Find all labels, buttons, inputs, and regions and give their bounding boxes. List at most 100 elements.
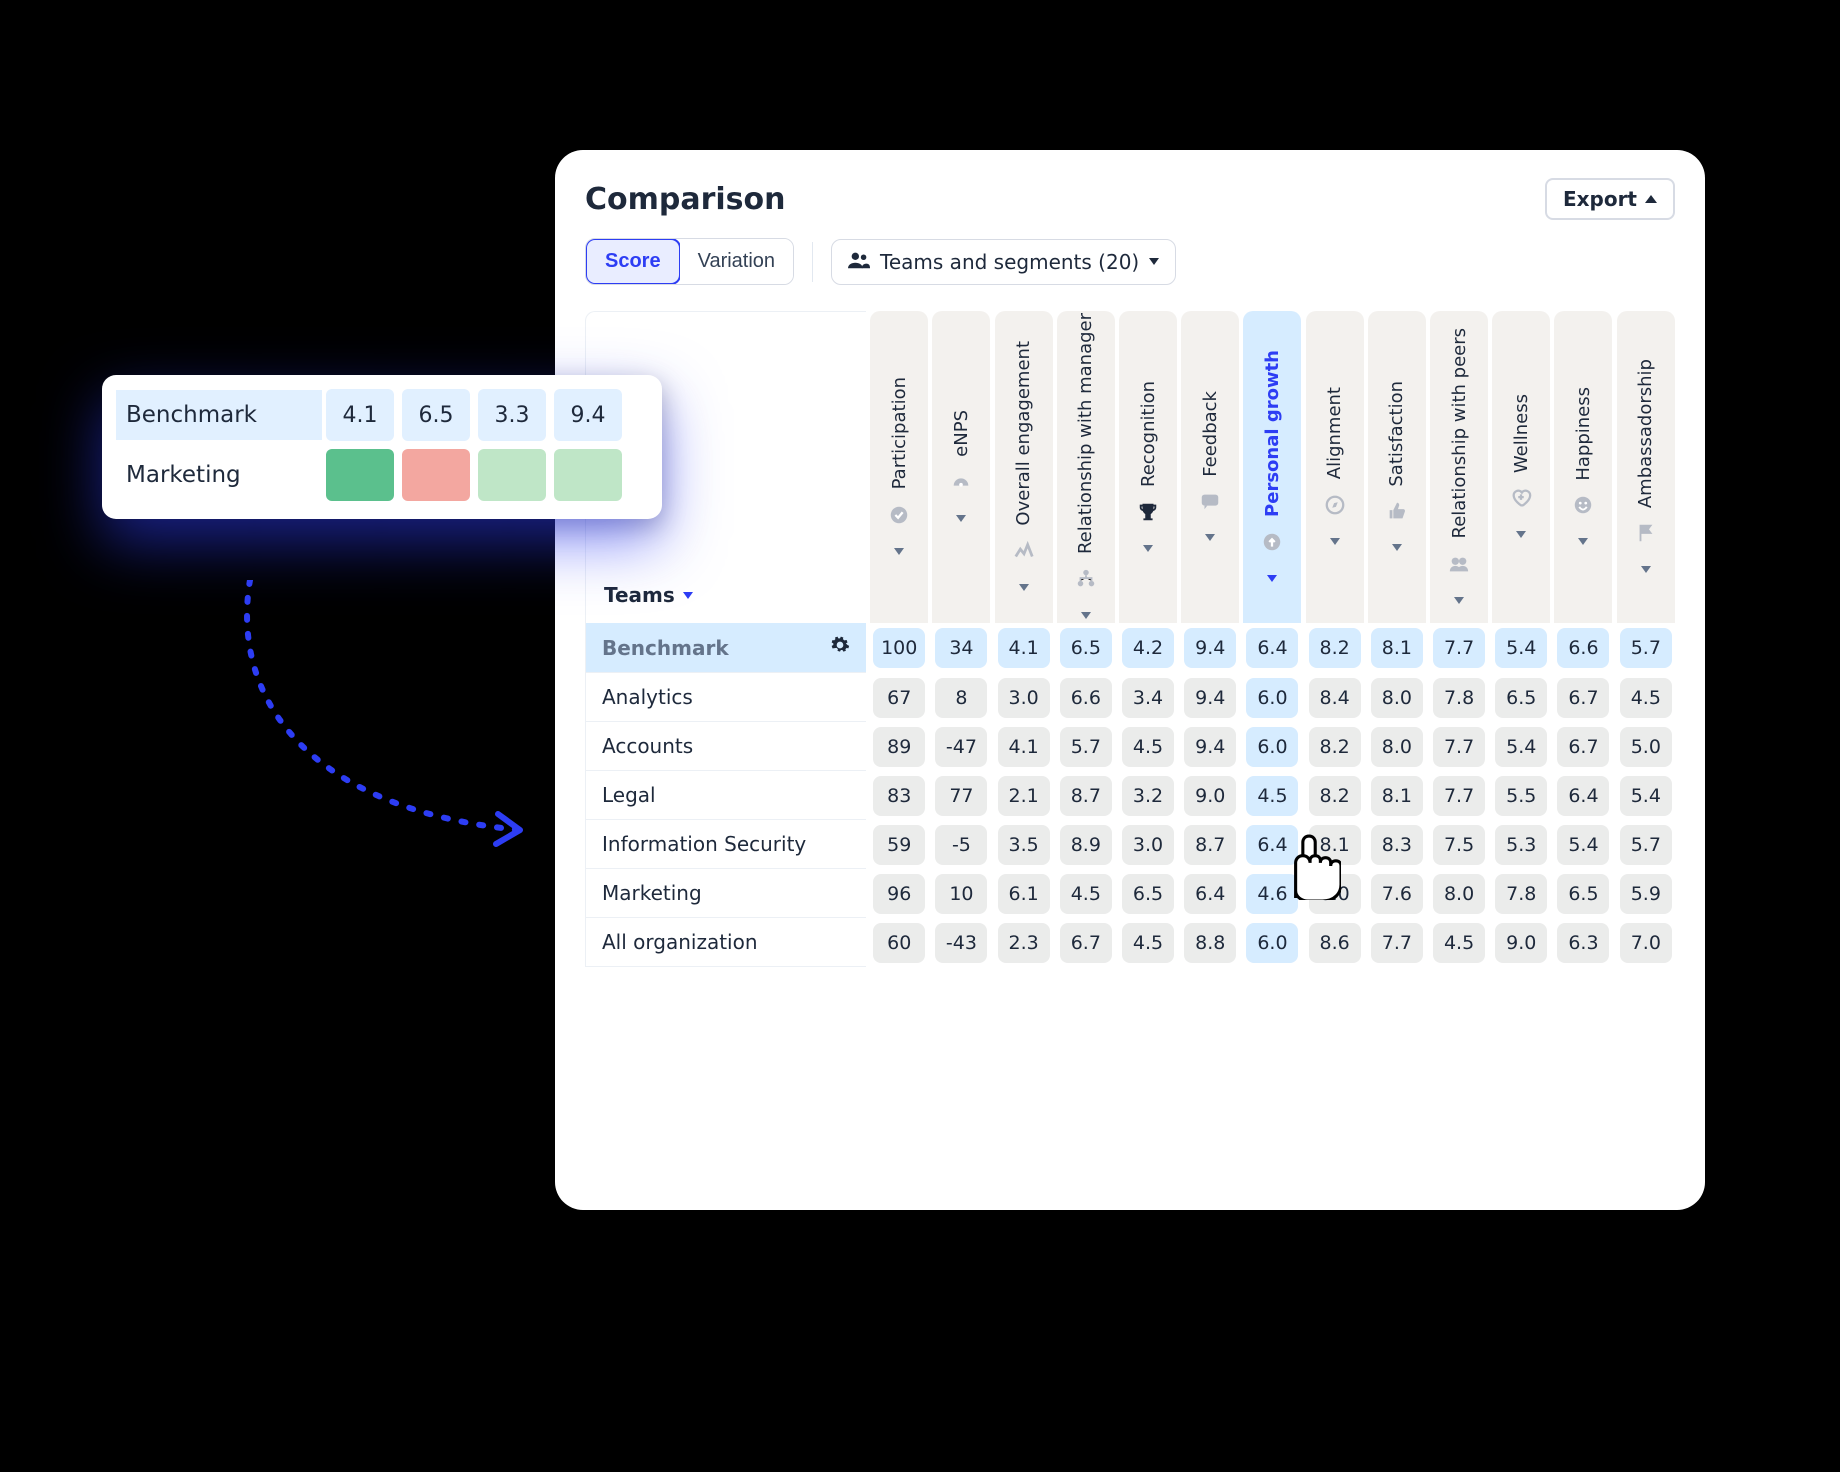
score-cell[interactable]: 8.1 bbox=[1371, 628, 1423, 668]
score-cell[interactable]: 6.3 bbox=[1557, 923, 1609, 963]
score-cell[interactable]: -5 bbox=[935, 825, 987, 865]
score-cell[interactable]: 5.0 bbox=[1620, 727, 1672, 767]
score-cell[interactable]: 9.4 bbox=[1184, 727, 1236, 767]
score-cell[interactable]: 8.7 bbox=[1060, 776, 1112, 816]
score-cell[interactable]: 7.5 bbox=[1433, 825, 1485, 865]
column-header[interactable]: Relationship with peers bbox=[1430, 311, 1488, 623]
score-cell[interactable]: 6.5 bbox=[1495, 678, 1547, 718]
score-cell[interactable]: 7.6 bbox=[1371, 874, 1423, 914]
score-cell[interactable]: 8 bbox=[935, 678, 987, 718]
score-cell[interactable]: 5.4 bbox=[1495, 727, 1547, 767]
tab-variation[interactable]: Variation bbox=[680, 239, 793, 284]
score-cell[interactable]: 83 bbox=[873, 776, 925, 816]
score-cell[interactable]: 5.3 bbox=[1495, 825, 1547, 865]
score-cell[interactable]: 6.4 bbox=[1184, 874, 1236, 914]
column-header[interactable]: Happiness bbox=[1554, 311, 1612, 623]
score-cell[interactable]: 6.4 bbox=[1246, 825, 1298, 865]
score-cell[interactable]: 8.9 bbox=[1060, 825, 1112, 865]
score-cell[interactable]: 2.3 bbox=[998, 923, 1050, 963]
column-header[interactable]: Satisfaction bbox=[1368, 311, 1426, 623]
column-header[interactable]: Relationship with manager bbox=[1057, 311, 1115, 623]
score-cell[interactable]: 6.0 bbox=[1246, 678, 1298, 718]
row-label[interactable]: Legal bbox=[585, 771, 866, 820]
score-cell[interactable]: 6.4 bbox=[1246, 628, 1298, 668]
score-cell[interactable]: 4.5 bbox=[1620, 678, 1672, 718]
score-cell[interactable]: 4.5 bbox=[1122, 923, 1174, 963]
score-cell[interactable]: 4.5 bbox=[1060, 874, 1112, 914]
gear-icon[interactable] bbox=[830, 635, 850, 660]
score-cell[interactable]: 7.8 bbox=[1433, 678, 1485, 718]
score-cell[interactable]: 8.2 bbox=[1309, 628, 1361, 668]
column-header[interactable]: Personal growth bbox=[1243, 311, 1301, 623]
column-header[interactable]: eNPS bbox=[932, 311, 990, 623]
score-cell[interactable]: 67 bbox=[873, 678, 925, 718]
column-header[interactable]: Ambassadorship bbox=[1617, 311, 1675, 623]
score-cell[interactable]: 9.4 bbox=[1184, 628, 1236, 668]
score-cell[interactable]: 8.3 bbox=[1371, 825, 1423, 865]
teams-column-header[interactable]: Teams bbox=[586, 583, 866, 623]
score-cell[interactable]: 6.0 bbox=[1246, 923, 1298, 963]
score-cell[interactable]: 8.1 bbox=[1371, 776, 1423, 816]
score-cell[interactable]: 77 bbox=[935, 776, 987, 816]
score-cell[interactable]: 3.0 bbox=[998, 678, 1050, 718]
score-cell[interactable]: 5.4 bbox=[1495, 628, 1547, 668]
score-cell[interactable]: 7.7 bbox=[1433, 727, 1485, 767]
score-cell[interactable]: 4.1 bbox=[998, 727, 1050, 767]
score-cell[interactable]: 5.7 bbox=[1620, 825, 1672, 865]
score-cell[interactable]: 6.5 bbox=[1557, 874, 1609, 914]
score-cell[interactable]: 59 bbox=[873, 825, 925, 865]
score-cell[interactable]: 4.5 bbox=[1246, 776, 1298, 816]
column-header[interactable]: Participation bbox=[870, 311, 928, 623]
score-cell[interactable]: 8.2 bbox=[1309, 727, 1361, 767]
column-header[interactable]: Alignment bbox=[1306, 311, 1364, 623]
score-cell[interactable]: 6.1 bbox=[998, 874, 1050, 914]
score-cell[interactable]: 6.0 bbox=[1246, 727, 1298, 767]
score-cell[interactable]: 9.4 bbox=[1184, 678, 1236, 718]
score-cell[interactable]: 4.1 bbox=[998, 628, 1050, 668]
row-label[interactable]: All organization bbox=[585, 918, 866, 967]
score-cell[interactable]: 9.0 bbox=[1184, 776, 1236, 816]
score-cell[interactable]: 8.1 bbox=[1309, 825, 1361, 865]
score-cell[interactable]: 10 bbox=[935, 874, 987, 914]
score-cell[interactable]: 5.7 bbox=[1620, 628, 1672, 668]
row-label[interactable]: Analytics bbox=[585, 673, 866, 722]
score-cell[interactable]: 60 bbox=[873, 923, 925, 963]
score-cell[interactable]: 34 bbox=[935, 628, 987, 668]
score-cell[interactable]: 6.6 bbox=[1557, 628, 1609, 668]
score-cell[interactable]: 6.6 bbox=[1060, 678, 1112, 718]
score-cell[interactable]: 7.7 bbox=[1433, 628, 1485, 668]
score-cell[interactable]: 3.5 bbox=[998, 825, 1050, 865]
score-cell[interactable]: -43 bbox=[935, 923, 987, 963]
score-cell[interactable]: 5.7 bbox=[1060, 727, 1112, 767]
score-cell[interactable]: 7.8 bbox=[1495, 874, 1547, 914]
score-cell[interactable]: 4.6 bbox=[1246, 874, 1298, 914]
score-cell[interactable]: -47 bbox=[935, 727, 987, 767]
score-cell[interactable]: 7.7 bbox=[1371, 923, 1423, 963]
score-cell[interactable]: 6.4 bbox=[1557, 776, 1609, 816]
row-label[interactable]: Marketing bbox=[585, 869, 866, 918]
column-header[interactable]: Wellness bbox=[1492, 311, 1550, 623]
score-cell[interactable]: 8.8 bbox=[1184, 923, 1236, 963]
score-cell[interactable]: 7.0 bbox=[1620, 923, 1672, 963]
score-cell[interactable]: 6.5 bbox=[1122, 874, 1174, 914]
score-cell[interactable]: 3.0 bbox=[1122, 825, 1174, 865]
score-cell[interactable]: 3.2 bbox=[1122, 776, 1174, 816]
score-cell[interactable]: 8.0 bbox=[1371, 727, 1423, 767]
score-cell[interactable]: 8.7 bbox=[1184, 825, 1236, 865]
score-cell[interactable]: 2.1 bbox=[998, 776, 1050, 816]
score-cell[interactable]: 3.4 bbox=[1122, 678, 1174, 718]
score-cell[interactable]: 5.4 bbox=[1557, 825, 1609, 865]
column-header[interactable]: Recognition bbox=[1119, 311, 1177, 623]
score-cell[interactable]: 8.4 bbox=[1309, 678, 1361, 718]
score-cell[interactable]: 7.7 bbox=[1433, 776, 1485, 816]
score-cell[interactable]: 8.0 bbox=[1309, 874, 1361, 914]
row-label[interactable]: Accounts bbox=[585, 722, 866, 771]
score-cell[interactable]: 9.0 bbox=[1495, 923, 1547, 963]
column-header[interactable]: Overall engagement bbox=[995, 311, 1053, 623]
score-cell[interactable]: 5.9 bbox=[1620, 874, 1672, 914]
score-cell[interactable]: 6.7 bbox=[1060, 923, 1112, 963]
tab-score[interactable]: Score bbox=[585, 238, 681, 285]
score-cell[interactable]: 4.5 bbox=[1433, 923, 1485, 963]
score-cell[interactable]: 6.7 bbox=[1557, 727, 1609, 767]
score-cell[interactable]: 89 bbox=[873, 727, 925, 767]
